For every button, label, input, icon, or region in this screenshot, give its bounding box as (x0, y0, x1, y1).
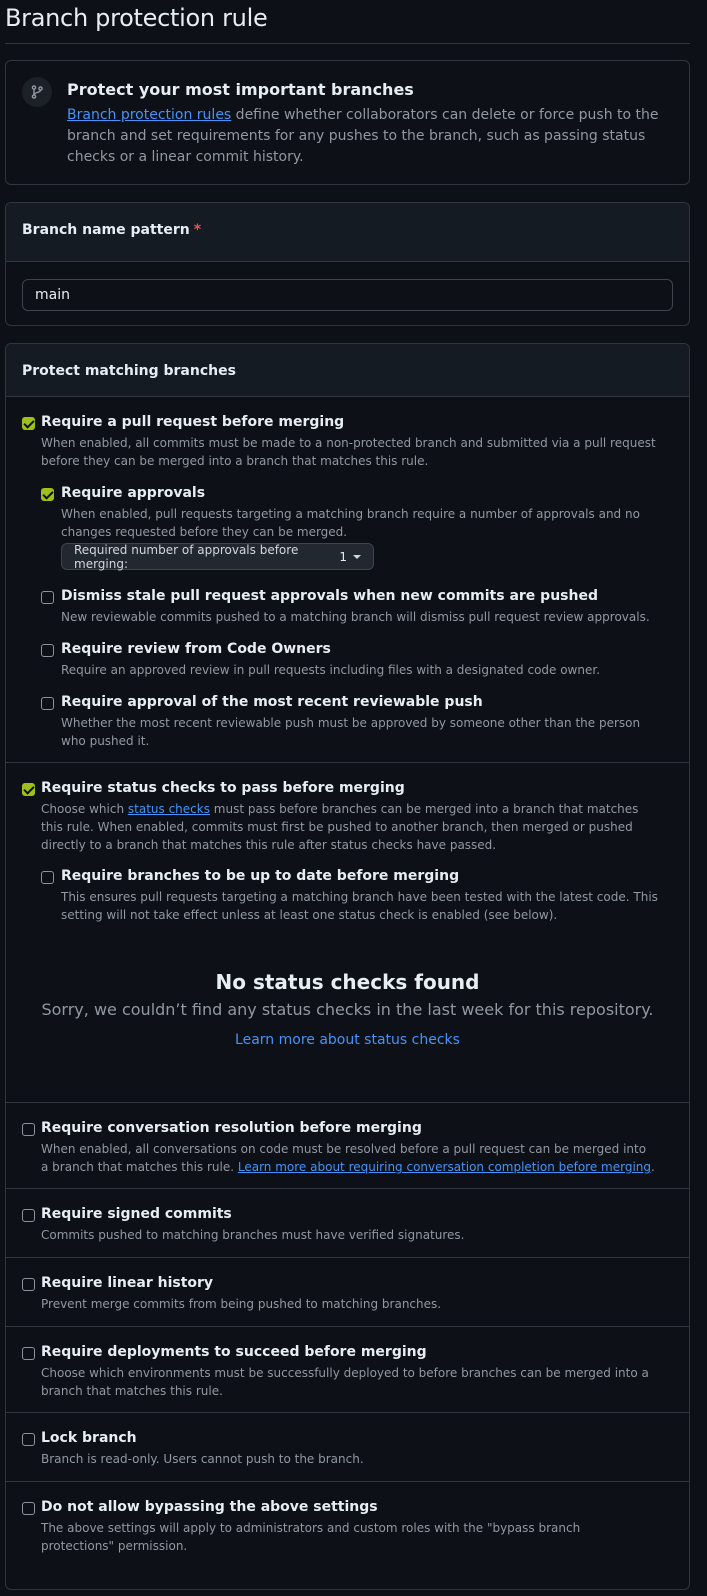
page-title: Branch protection rule (5, 4, 268, 32)
deployments-checkbox[interactable] (22, 1347, 35, 1360)
dismiss-stale-title: Dismiss stale pull request approvals whe… (61, 588, 598, 604)
require-approvals-desc: When enabled, pull requests targeting a … (61, 507, 640, 539)
up-to-date-title: Require branches to be up to date before… (61, 868, 460, 884)
recent-push-checkbox[interactable] (41, 697, 54, 710)
conversation-learn-more-link[interactable]: Learn more about requiring conversation … (238, 1160, 651, 1174)
intro-description: Branch protection rules define whether c… (67, 105, 672, 168)
branch-protection-rules-link[interactable]: Branch protection rules (67, 107, 231, 123)
learn-status-checks-link[interactable]: Learn more about status checks (235, 1032, 460, 1048)
intro-box: Protect your most important branches Bra… (5, 60, 690, 185)
recent-push-title: Require approval of the most recent revi… (61, 694, 483, 710)
signed-commits-title: Require signed commits (41, 1206, 232, 1222)
recent-push-desc: Whether the most recent reviewable push … (61, 716, 641, 748)
signed-commits-desc: Commits pushed to matching branches must… (41, 1228, 465, 1242)
section-divider (6, 1326, 689, 1327)
caret-down-icon (353, 554, 361, 559)
dismiss-stale-checkbox[interactable] (41, 591, 54, 604)
section-divider (6, 1188, 689, 1189)
no-status-checks-text: Sorry, we couldn’t find any status check… (41, 1000, 654, 1019)
approvals-count-select[interactable]: Required number of approvals before merg… (61, 542, 374, 571)
require-approvals-checkbox[interactable] (41, 488, 54, 501)
branch-pattern-header: Branch name pattern * (6, 203, 689, 262)
deployments-title: Require deployments to succeed before me… (41, 1344, 427, 1360)
status-checks-title: Require status checks to pass before mer… (41, 780, 405, 796)
linear-history-desc: Prevent merge commits from being pushed … (41, 1297, 442, 1311)
code-owners-desc: Require an approved review in pull reque… (61, 663, 601, 677)
no-bypass-title: Do not allow bypassing the above setting… (41, 1499, 378, 1515)
no-bypass-desc: The above settings will apply to adminis… (41, 1521, 581, 1553)
conversation-resolution-desc: When enabled, all conversations on code … (41, 1142, 655, 1174)
section-divider (6, 1257, 689, 1258)
conversation-resolution-title: Require conversation resolution before m… (41, 1120, 422, 1136)
protect-branches-title: Protect matching branches (22, 363, 236, 379)
section-divider (6, 1102, 689, 1103)
require-pr-checkbox[interactable] (22, 417, 35, 430)
signed-commits-checkbox[interactable] (22, 1209, 35, 1222)
required-mark: * (193, 222, 202, 238)
require-pr-desc: When enabled, all commits must be made t… (41, 436, 656, 468)
branch-pattern-label: Branch name pattern * (22, 222, 202, 238)
section-divider (6, 1412, 689, 1413)
deployments-desc: Choose which environments must be succes… (41, 1366, 649, 1398)
status-checks-desc: Choose which status checks must pass bef… (41, 802, 639, 852)
approvals-select-value: 1 (339, 549, 347, 564)
linear-history-checkbox[interactable] (22, 1278, 35, 1291)
up-to-date-desc: This ensures pull requests targeting a m… (61, 890, 658, 922)
no-status-checks-title: No status checks found (215, 970, 480, 994)
intro-heading: Protect your most important branches (67, 80, 414, 99)
lock-branch-desc: Branch is read-only. Users cannot push t… (41, 1452, 364, 1466)
branch-pattern-box: Branch name pattern * (5, 202, 690, 326)
require-pr-title: Require a pull request before merging (41, 414, 345, 430)
title-divider (5, 43, 690, 44)
lock-branch-checkbox[interactable] (22, 1433, 35, 1446)
code-owners-title: Require review from Code Owners (61, 641, 331, 657)
require-approvals-title: Require approvals (61, 485, 206, 501)
section-divider (6, 762, 689, 763)
approvals-select-label: Required number of approvals before merg… (74, 542, 299, 571)
section-divider (6, 1481, 689, 1482)
no-bypass-checkbox[interactable] (22, 1502, 35, 1515)
conversation-resolution-checkbox[interactable] (22, 1123, 35, 1136)
lock-branch-title: Lock branch (41, 1430, 137, 1446)
protect-branches-header: Protect matching branches (6, 344, 689, 397)
dismiss-stale-desc: New reviewable commits pushed to a match… (61, 610, 650, 624)
status-checks-checkbox[interactable] (22, 783, 35, 796)
no-status-checks-link-wrap: Learn more about status checks (6, 1032, 689, 1048)
linear-history-title: Require linear history (41, 1275, 214, 1291)
code-owners-checkbox[interactable] (41, 644, 54, 657)
status-checks-link[interactable]: status checks (128, 802, 210, 816)
up-to-date-checkbox[interactable] (41, 871, 54, 884)
git-branch-icon (22, 77, 52, 107)
branch-pattern-input[interactable] (22, 279, 673, 311)
protect-branches-box: Protect matching branches Require a pull… (5, 343, 690, 1590)
